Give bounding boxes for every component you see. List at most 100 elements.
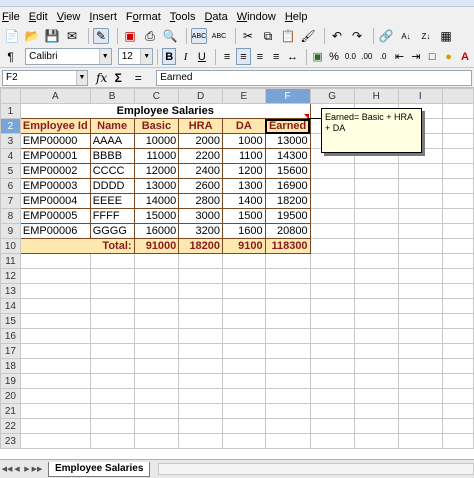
column-header-overflow[interactable]: [441, 88, 474, 104]
empty-cell[interactable]: [441, 148, 474, 164]
data-cell[interactable]: EMP00000: [19, 133, 91, 149]
empty-cell[interactable]: [264, 343, 311, 359]
horizontal-scrollbar[interactable]: [158, 463, 474, 475]
column-title-employee-id[interactable]: Employee Id: [19, 118, 91, 134]
redo-icon[interactable]: ↷: [349, 28, 365, 44]
empty-cell[interactable]: [19, 283, 91, 299]
row-header-10[interactable]: 10: [0, 238, 21, 254]
row-header-12[interactable]: 12: [0, 268, 21, 284]
sort-ascending-icon[interactable]: A↓: [398, 28, 414, 44]
email-icon[interactable]: ✉: [64, 28, 80, 44]
data-cell[interactable]: EMP00004: [19, 193, 91, 209]
data-cell[interactable]: 3200: [178, 223, 224, 239]
styles-icon[interactable]: ¶: [4, 49, 17, 65]
empty-cell[interactable]: [397, 268, 443, 284]
equals-icon[interactable]: =: [130, 70, 146, 86]
font-size-combo[interactable]: 12 ▼: [117, 48, 154, 65]
empty-cell[interactable]: [441, 163, 474, 179]
empty-cell[interactable]: [353, 298, 399, 314]
column-header-d[interactable]: D: [178, 88, 224, 104]
empty-cell[interactable]: [222, 373, 266, 389]
empty-cell[interactable]: [309, 343, 355, 359]
empty-cell[interactable]: [178, 418, 224, 434]
data-cell[interactable]: 14000: [133, 193, 180, 209]
empty-cell[interactable]: [441, 193, 474, 209]
empty-cell[interactable]: [397, 178, 443, 194]
edit-file-icon[interactable]: ✎: [93, 28, 109, 44]
empty-cell[interactable]: [309, 268, 355, 284]
empty-cell[interactable]: [222, 358, 266, 374]
empty-cell[interactable]: [309, 193, 355, 209]
empty-cell[interactable]: [397, 343, 443, 359]
background-color-button[interactable]: ●: [441, 48, 455, 65]
data-cell[interactable]: EEEE: [89, 193, 135, 209]
empty-cell[interactable]: [264, 253, 311, 269]
empty-cell[interactable]: [264, 433, 311, 449]
empty-cell[interactable]: [397, 418, 443, 434]
column-title-earned[interactable]: Earned: [264, 118, 311, 134]
paste-icon[interactable]: 📋: [280, 28, 296, 44]
justify-button[interactable]: ≡: [269, 48, 283, 65]
empty-cell[interactable]: [309, 298, 355, 314]
empty-cell[interactable]: [264, 283, 311, 299]
row-header-11[interactable]: 11: [0, 253, 21, 269]
menu-window[interactable]: Window: [237, 11, 276, 23]
empty-cell[interactable]: [397, 208, 443, 224]
autospellcheck-icon[interactable]: ABC: [211, 28, 227, 44]
menu-tools[interactable]: Tools: [170, 11, 196, 23]
empty-cell[interactable]: [353, 328, 399, 344]
empty-cell[interactable]: [309, 388, 355, 404]
empty-cell[interactable]: [441, 103, 474, 119]
empty-cell[interactable]: [441, 283, 474, 299]
menu-data[interactable]: Data: [204, 11, 227, 23]
empty-cell[interactable]: [19, 418, 91, 434]
empty-cell[interactable]: [353, 208, 399, 224]
empty-cell[interactable]: [309, 238, 355, 254]
empty-cell[interactable]: [353, 193, 399, 209]
data-cell[interactable]: 1000: [222, 133, 266, 149]
empty-cell[interactable]: [178, 328, 224, 344]
empty-cell[interactable]: [222, 418, 266, 434]
empty-cell[interactable]: [353, 373, 399, 389]
menu-format[interactable]: Format: [126, 11, 161, 23]
empty-cell[interactable]: [353, 313, 399, 329]
empty-cell[interactable]: [19, 388, 91, 404]
column-header-h[interactable]: H: [353, 88, 399, 104]
column-header-f[interactable]: F: [264, 88, 311, 104]
sort-descending-icon[interactable]: Z↓: [418, 28, 434, 44]
data-cell[interactable]: 2400: [178, 163, 224, 179]
empty-cell[interactable]: [397, 328, 443, 344]
data-cell[interactable]: 1200: [222, 163, 266, 179]
increase-indent-button[interactable]: ⇥: [409, 48, 423, 65]
empty-cell[interactable]: [441, 358, 474, 374]
empty-cell[interactable]: [309, 223, 355, 239]
italic-button[interactable]: I: [178, 48, 192, 65]
empty-cell[interactable]: [178, 373, 224, 389]
empty-cell[interactable]: [89, 298, 135, 314]
data-cell[interactable]: EMP00001: [19, 148, 91, 164]
print-preview-icon[interactable]: 🔍: [162, 28, 178, 44]
empty-cell[interactable]: [178, 388, 224, 404]
empty-cell[interactable]: [397, 373, 443, 389]
data-cell[interactable]: 16000: [133, 223, 180, 239]
empty-cell[interactable]: [353, 433, 399, 449]
merge-cells-button[interactable]: ↔: [285, 48, 299, 65]
empty-cell[interactable]: [441, 373, 474, 389]
empty-cell[interactable]: [309, 253, 355, 269]
row-header-5[interactable]: 5: [0, 163, 21, 179]
empty-cell[interactable]: [133, 343, 180, 359]
data-cell[interactable]: EMP00005: [19, 208, 91, 224]
empty-cell[interactable]: [264, 388, 311, 404]
data-cell[interactable]: 13000: [133, 178, 180, 194]
empty-cell[interactable]: [19, 313, 91, 329]
data-cell[interactable]: BBBB: [89, 148, 135, 164]
data-cell[interactable]: EMP00003: [19, 178, 91, 194]
row-header-18[interactable]: 18: [0, 358, 21, 374]
empty-cell[interactable]: [309, 373, 355, 389]
row-header-20[interactable]: 20: [0, 388, 21, 404]
empty-cell[interactable]: [353, 343, 399, 359]
align-right-button[interactable]: ≡: [253, 48, 267, 65]
data-cell[interactable]: 20800: [264, 223, 311, 239]
remove-decimal-button[interactable]: .0: [376, 48, 390, 65]
empty-cell[interactable]: [353, 283, 399, 299]
